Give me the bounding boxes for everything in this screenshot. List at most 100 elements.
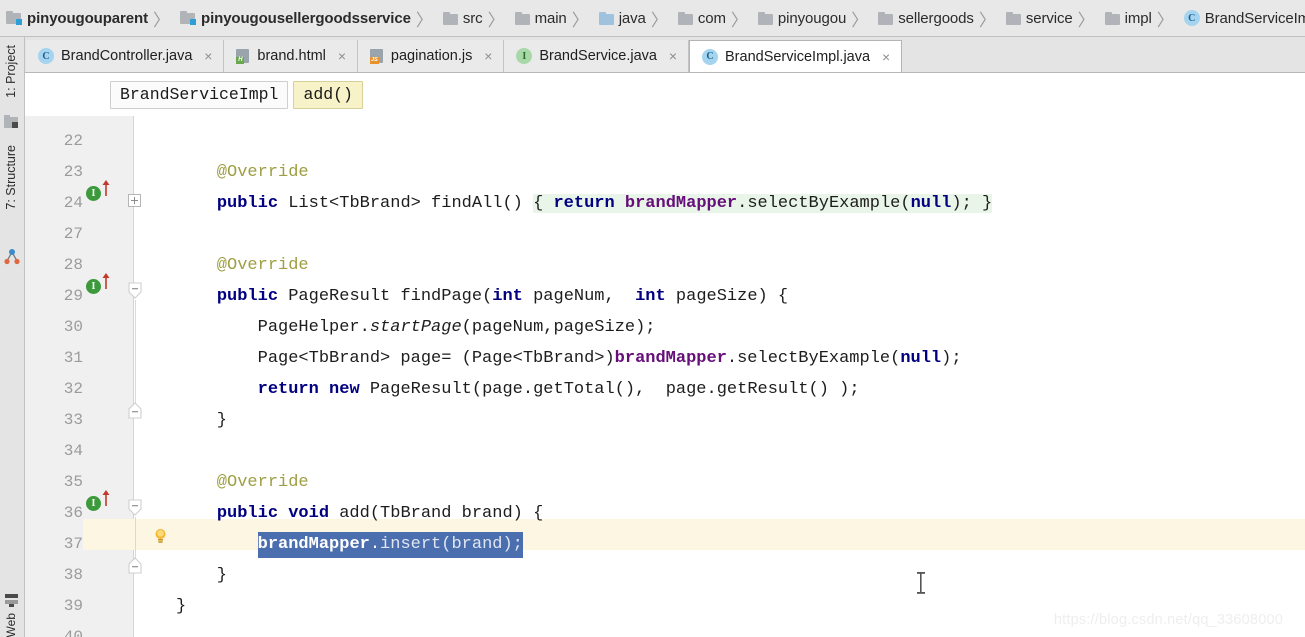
folder-icon <box>1005 11 1021 25</box>
web-icon[interactable] <box>4 592 20 613</box>
tab-brandcontroller-java[interactable]: C BrandController.java × <box>26 40 225 72</box>
line-number: 34 <box>63 442 83 460</box>
code-text: public PageResult findPage(int pageNum, … <box>216 287 789 306</box>
breadcrumb-item-src[interactable]: src <box>437 0 485 36</box>
breadcrumb-label: sellergoods <box>898 9 974 27</box>
code-text: @Override <box>176 473 309 492</box>
folder-icon <box>757 11 773 25</box>
java-interface-icon: I <box>516 48 533 64</box>
breadcrumb-label: pinyougou <box>777 9 847 27</box>
breadcrumb-label: pinyougouparent <box>27 9 148 27</box>
close-icon[interactable]: × <box>482 49 494 63</box>
code-text: @Override <box>176 163 309 182</box>
breadcrumb-item-impl[interactable]: impl <box>1099 0 1154 36</box>
js-file-icon: JS <box>369 48 384 64</box>
override-arrow-icon <box>101 272 111 289</box>
line-27: 27 <box>25 219 1305 250</box>
fold-region-end-icon[interactable] <box>127 556 142 574</box>
folder-icon <box>514 11 530 25</box>
line-36: 36 public void add(TbBrand brand) { <box>25 498 1305 529</box>
line-35: 35 @Override <box>25 467 1305 498</box>
implements-method-icon[interactable]: I <box>86 186 101 201</box>
line-number: 35 <box>63 473 83 491</box>
line-34: 34 <box>25 436 1305 467</box>
breadcrumb-label: src <box>462 9 483 27</box>
module-icon <box>6 11 22 25</box>
implements-method-icon[interactable]: I <box>86 279 101 294</box>
close-icon[interactable]: × <box>880 50 892 64</box>
breadcrumb-label: impl <box>1124 9 1152 27</box>
code-text: public List<TbBrand> findAll() { return … <box>216 194 993 213</box>
watermark-text: https://blog.csdn.net/qq_33608000 <box>1053 612 1283 628</box>
line-number: 39 <box>63 597 83 615</box>
sidebar-item-structure[interactable]: 7: Structure <box>4 145 18 210</box>
close-icon[interactable]: × <box>667 49 679 63</box>
breadcrumb-item-pinyougousellergoodsservice[interactable]: pinyougousellergoodsservice <box>174 0 413 36</box>
line-29: 29 public PageResult findPage(int pageNu… <box>25 281 1305 312</box>
breadcrumb-separator: 〉 <box>153 10 170 30</box>
line-number: 22 <box>63 132 83 150</box>
breadcrumb-item-sellergoods[interactable]: sellergoods <box>872 0 976 36</box>
breadcrumb-label: service <box>1025 9 1073 27</box>
code-text: } <box>176 566 228 585</box>
tab-brandservice-java[interactable]: I BrandService.java × <box>504 40 689 72</box>
html-badge: H <box>236 56 245 64</box>
line-number: 38 <box>63 566 83 584</box>
fold-collapse-icon[interactable] <box>127 499 142 516</box>
breadcrumb-separator: 〉 <box>650 10 668 30</box>
sidebar-item-web[interactable]: Web <box>4 613 18 637</box>
breadcrumb-label: com <box>697 9 726 27</box>
folder-icon <box>878 11 894 25</box>
breadcrumb-item-brandserviceimpl[interactable]: C BrandServiceImpl <box>1178 0 1305 36</box>
close-icon[interactable]: × <box>202 49 214 63</box>
tab-brandserviceimpl-java[interactable]: C BrandServiceImpl.java × <box>689 40 903 72</box>
line-number: 40 <box>63 628 83 637</box>
breadcrumb-label: pinyougousellergoodsservice <box>201 9 411 27</box>
fold-collapse-icon[interactable] <box>127 282 142 299</box>
breadcrumb-item-main[interactable]: main <box>509 0 569 36</box>
code-text: return new PageResult(page.getTotal(), p… <box>257 380 860 399</box>
line-number: 36 <box>63 504 83 522</box>
line-number: 30 <box>63 318 83 336</box>
breadcrumb-item-pinyougouparent[interactable]: pinyougouparent <box>0 0 150 36</box>
tab-brand-html[interactable]: H brand.html × <box>224 40 358 72</box>
tab-label: brand.html <box>257 48 326 64</box>
breadcrumb-separator: 〉 <box>730 10 748 30</box>
breadcrumb-item-com[interactable]: com <box>672 0 728 36</box>
close-icon[interactable]: × <box>336 49 348 63</box>
breadcrumb-separator: 〉 <box>1077 10 1095 30</box>
java-class-icon: C <box>702 48 718 65</box>
implements-method-icon[interactable]: I <box>86 496 101 511</box>
editor-tab-bar: C BrandController.java × H brand.html × … <box>0 37 1305 73</box>
sidebar-item-project[interactable]: 1: Project <box>4 45 18 98</box>
tab-label: BrandServiceImpl.java <box>725 48 871 65</box>
breadcrumb-separator: 〉 <box>978 10 996 30</box>
line-number: 29 <box>63 287 83 305</box>
breadcrumb-separator: 〉 <box>415 10 433 30</box>
fold-region-end-icon[interactable] <box>127 401 142 419</box>
java-class-icon: C <box>1183 10 1200 26</box>
tab-label: BrandService.java <box>539 48 657 64</box>
html-file-icon: H <box>236 48 250 64</box>
breadcrumb-separator: 〉 <box>487 10 505 30</box>
breadcrumb: pinyougouparent 〉 pinyougousellergoodsse… <box>0 0 1305 37</box>
line-32: 32 return new PageResult(page.getTotal()… <box>25 374 1305 405</box>
fold-expand-icon[interactable] <box>128 194 141 207</box>
line-30: 30 PageHelper.startPage(pageNum,pageSize… <box>25 312 1305 343</box>
breadcrumb-item-pinyougou[interactable]: pinyougou <box>752 0 848 36</box>
member-crumb-method[interactable]: add() <box>293 80 363 109</box>
breadcrumb-label: java <box>618 9 646 27</box>
editor-lines: 22 23 @Override 24 public List<TbBrand> … <box>25 116 1305 637</box>
code-text: public void add(TbBrand brand) { <box>216 504 544 523</box>
project-folder-icon <box>4 115 19 134</box>
code-editor[interactable]: 22 23 @Override 24 public List<TbBrand> … <box>25 116 1305 637</box>
breadcrumb-item-service[interactable]: service <box>1000 0 1075 36</box>
editor-selection[interactable]: brandMapper.insert(brand); <box>257 532 523 558</box>
tab-pagination-js[interactable]: JS pagination.js × <box>357 40 505 72</box>
structure-icon <box>4 249 20 270</box>
code-text: PageHelper.startPage(pageNum,pageSize); <box>176 318 656 337</box>
member-crumb-class[interactable]: BrandServiceImpl <box>110 80 289 109</box>
intention-bulb-icon[interactable] <box>153 528 167 544</box>
breadcrumb-item-java[interactable]: java <box>593 0 648 36</box>
code-text: brandMapper.insert(brand); <box>176 529 523 560</box>
